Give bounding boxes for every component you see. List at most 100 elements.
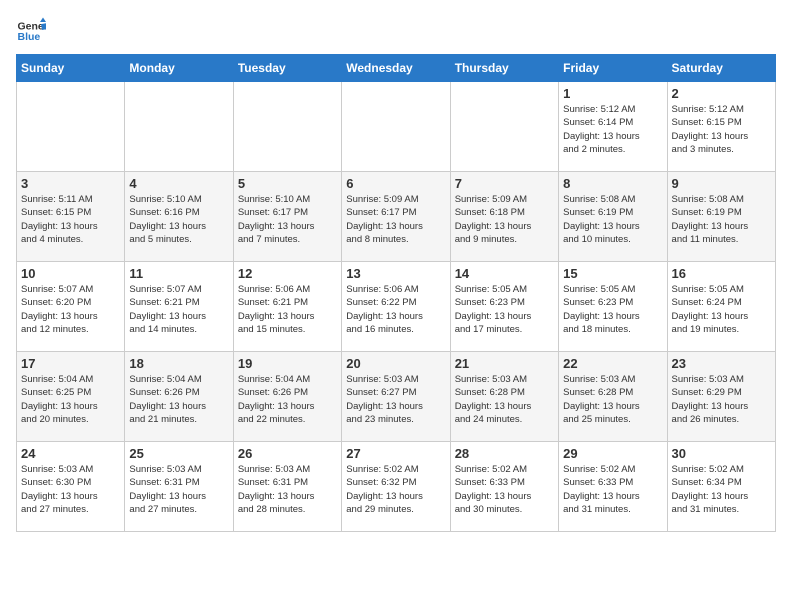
day-number: 15 (563, 266, 662, 281)
calendar-table: SundayMondayTuesdayWednesdayThursdayFrid… (16, 54, 776, 532)
calendar-cell: 5Sunrise: 5:10 AM Sunset: 6:17 PM Daylig… (233, 172, 341, 262)
calendar-cell: 13 Sunrise: 5:06 AM Sunset: 6:22 PM Dayli… (342, 262, 450, 352)
header: General Blue (16, 16, 776, 46)
calendar-week-row: 3 Sunrise: 5:11 AM Sunset: 6:15 PM Daylig… (17, 172, 776, 262)
calendar-cell: 14 Sunrise: 5:05 AM Sunset: 6:23 PM Dayli… (450, 262, 558, 352)
day-info: Sunrise: 5:04 AM Sunset: 6:25 PM Dayligh… (21, 373, 120, 426)
day-info: Sunrise: 5:12 AM Sunset: 6:15 PM Dayligh… (672, 103, 771, 156)
day-number: 3 (21, 176, 120, 191)
calendar-cell: 17 Sunrise: 5:04 AM Sunset: 6:25 PM Dayli… (17, 352, 125, 442)
weekday-header-wednesday: Wednesday (342, 55, 450, 82)
calendar-cell: 9 Sunrise: 5:08 AM Sunset: 6:19 PM Daylig… (667, 172, 775, 262)
day-number: 13 (346, 266, 445, 281)
day-number: 23 (672, 356, 771, 371)
calendar-cell: 8 Sunrise: 5:08 AM Sunset: 6:19 PM Daylig… (559, 172, 667, 262)
weekday-header-friday: Friday (559, 55, 667, 82)
day-number: 4 (129, 176, 228, 191)
day-info: Sunrise: 5:02 AM Sunset: 6:33 PM Dayligh… (455, 463, 554, 516)
calendar-week-row: 1Sunrise: 5:12 AM Sunset: 6:14 PM Daylig… (17, 82, 776, 172)
day-info: Sunrise: 5:10 AM Sunset: 6:16 PM Dayligh… (129, 193, 228, 246)
calendar-cell: 1Sunrise: 5:12 AM Sunset: 6:14 PM Daylig… (559, 82, 667, 172)
day-number: 14 (455, 266, 554, 281)
day-info: Sunrise: 5:03 AM Sunset: 6:28 PM Dayligh… (455, 373, 554, 426)
calendar-cell (17, 82, 125, 172)
day-info: Sunrise: 5:03 AM Sunset: 6:31 PM Dayligh… (238, 463, 337, 516)
day-number: 22 (563, 356, 662, 371)
calendar-cell: 18 Sunrise: 5:04 AM Sunset: 6:26 PM Dayli… (125, 352, 233, 442)
day-info: Sunrise: 5:05 AM Sunset: 6:23 PM Dayligh… (563, 283, 662, 336)
calendar-cell: 6 Sunrise: 5:09 AM Sunset: 6:17 PM Daylig… (342, 172, 450, 262)
day-number: 12 (238, 266, 337, 281)
day-info: Sunrise: 5:12 AM Sunset: 6:14 PM Dayligh… (563, 103, 662, 156)
weekday-header-saturday: Saturday (667, 55, 775, 82)
calendar-cell (125, 82, 233, 172)
day-info: Sunrise: 5:03 AM Sunset: 6:27 PM Dayligh… (346, 373, 445, 426)
calendar-cell (233, 82, 341, 172)
day-number: 8 (563, 176, 662, 191)
day-number: 28 (455, 446, 554, 461)
calendar-cell: 15 Sunrise: 5:05 AM Sunset: 6:23 PM Dayli… (559, 262, 667, 352)
calendar-cell: 16 Sunrise: 5:05 AM Sunset: 6:24 PM Dayli… (667, 262, 775, 352)
calendar-cell: 28 Sunrise: 5:02 AM Sunset: 6:33 PM Dayli… (450, 442, 558, 532)
calendar-cell: 30Sunrise: 5:02 AM Sunset: 6:34 PM Dayli… (667, 442, 775, 532)
day-number: 27 (346, 446, 445, 461)
calendar-cell (450, 82, 558, 172)
day-info: Sunrise: 5:03 AM Sunset: 6:29 PM Dayligh… (672, 373, 771, 426)
calendar-cell: 11 Sunrise: 5:07 AM Sunset: 6:21 PM Dayli… (125, 262, 233, 352)
day-number: 20 (346, 356, 445, 371)
day-number: 29 (563, 446, 662, 461)
calendar-cell: 19Sunrise: 5:04 AM Sunset: 6:26 PM Dayli… (233, 352, 341, 442)
day-info: Sunrise: 5:03 AM Sunset: 6:31 PM Dayligh… (129, 463, 228, 516)
calendar-cell: 25 Sunrise: 5:03 AM Sunset: 6:31 PM Dayli… (125, 442, 233, 532)
day-info: Sunrise: 5:11 AM Sunset: 6:15 PM Dayligh… (21, 193, 120, 246)
day-number: 7 (455, 176, 554, 191)
day-number: 10 (21, 266, 120, 281)
day-number: 18 (129, 356, 228, 371)
day-info: Sunrise: 5:09 AM Sunset: 6:18 PM Dayligh… (455, 193, 554, 246)
day-info: Sunrise: 5:07 AM Sunset: 6:21 PM Dayligh… (129, 283, 228, 336)
day-info: Sunrise: 5:04 AM Sunset: 6:26 PM Dayligh… (238, 373, 337, 426)
calendar-cell: 24Sunrise: 5:03 AM Sunset: 6:30 PM Dayli… (17, 442, 125, 532)
day-number: 17 (21, 356, 120, 371)
weekday-header-tuesday: Tuesday (233, 55, 341, 82)
day-info: Sunrise: 5:06 AM Sunset: 6:21 PM Dayligh… (238, 283, 337, 336)
day-info: Sunrise: 5:06 AM Sunset: 6:22 PM Dayligh… (346, 283, 445, 336)
calendar-cell: 10 Sunrise: 5:07 AM Sunset: 6:20 PM Dayli… (17, 262, 125, 352)
day-number: 25 (129, 446, 228, 461)
weekday-header-thursday: Thursday (450, 55, 558, 82)
calendar-cell: 12 Sunrise: 5:06 AM Sunset: 6:21 PM Dayli… (233, 262, 341, 352)
weekday-header-row: SundayMondayTuesdayWednesdayThursdayFrid… (17, 55, 776, 82)
day-number: 21 (455, 356, 554, 371)
day-info: Sunrise: 5:10 AM Sunset: 6:17 PM Dayligh… (238, 193, 337, 246)
calendar-cell: 20 Sunrise: 5:03 AM Sunset: 6:27 PM Dayli… (342, 352, 450, 442)
calendar-cell: 4 Sunrise: 5:10 AM Sunset: 6:16 PM Daylig… (125, 172, 233, 262)
calendar-cell: 26Sunrise: 5:03 AM Sunset: 6:31 PM Dayli… (233, 442, 341, 532)
weekday-header-monday: Monday (125, 55, 233, 82)
day-info: Sunrise: 5:07 AM Sunset: 6:20 PM Dayligh… (21, 283, 120, 336)
day-info: Sunrise: 5:08 AM Sunset: 6:19 PM Dayligh… (672, 193, 771, 246)
calendar-week-row: 10 Sunrise: 5:07 AM Sunset: 6:20 PM Dayli… (17, 262, 776, 352)
day-info: Sunrise: 5:05 AM Sunset: 6:24 PM Dayligh… (672, 283, 771, 336)
calendar-cell: 27Sunrise: 5:02 AM Sunset: 6:32 PM Dayli… (342, 442, 450, 532)
day-info: Sunrise: 5:05 AM Sunset: 6:23 PM Dayligh… (455, 283, 554, 336)
calendar-cell (342, 82, 450, 172)
logo: General Blue (16, 16, 50, 46)
day-info: Sunrise: 5:04 AM Sunset: 6:26 PM Dayligh… (129, 373, 228, 426)
day-info: Sunrise: 5:09 AM Sunset: 6:17 PM Dayligh… (346, 193, 445, 246)
weekday-header-sunday: Sunday (17, 55, 125, 82)
calendar-cell: 29 Sunrise: 5:02 AM Sunset: 6:33 PM Dayli… (559, 442, 667, 532)
calendar-header: SundayMondayTuesdayWednesdayThursdayFrid… (17, 55, 776, 82)
calendar-cell: 22 Sunrise: 5:03 AM Sunset: 6:28 PM Dayli… (559, 352, 667, 442)
day-info: Sunrise: 5:02 AM Sunset: 6:33 PM Dayligh… (563, 463, 662, 516)
day-info: Sunrise: 5:03 AM Sunset: 6:28 PM Dayligh… (563, 373, 662, 426)
calendar-cell: 23 Sunrise: 5:03 AM Sunset: 6:29 PM Dayli… (667, 352, 775, 442)
day-info: Sunrise: 5:08 AM Sunset: 6:19 PM Dayligh… (563, 193, 662, 246)
day-number: 9 (672, 176, 771, 191)
calendar-cell: 21 Sunrise: 5:03 AM Sunset: 6:28 PM Dayli… (450, 352, 558, 442)
day-number: 2 (672, 86, 771, 101)
day-number: 16 (672, 266, 771, 281)
logo-icon: General Blue (16, 16, 46, 46)
day-number: 30 (672, 446, 771, 461)
day-number: 6 (346, 176, 445, 191)
day-number: 11 (129, 266, 228, 281)
